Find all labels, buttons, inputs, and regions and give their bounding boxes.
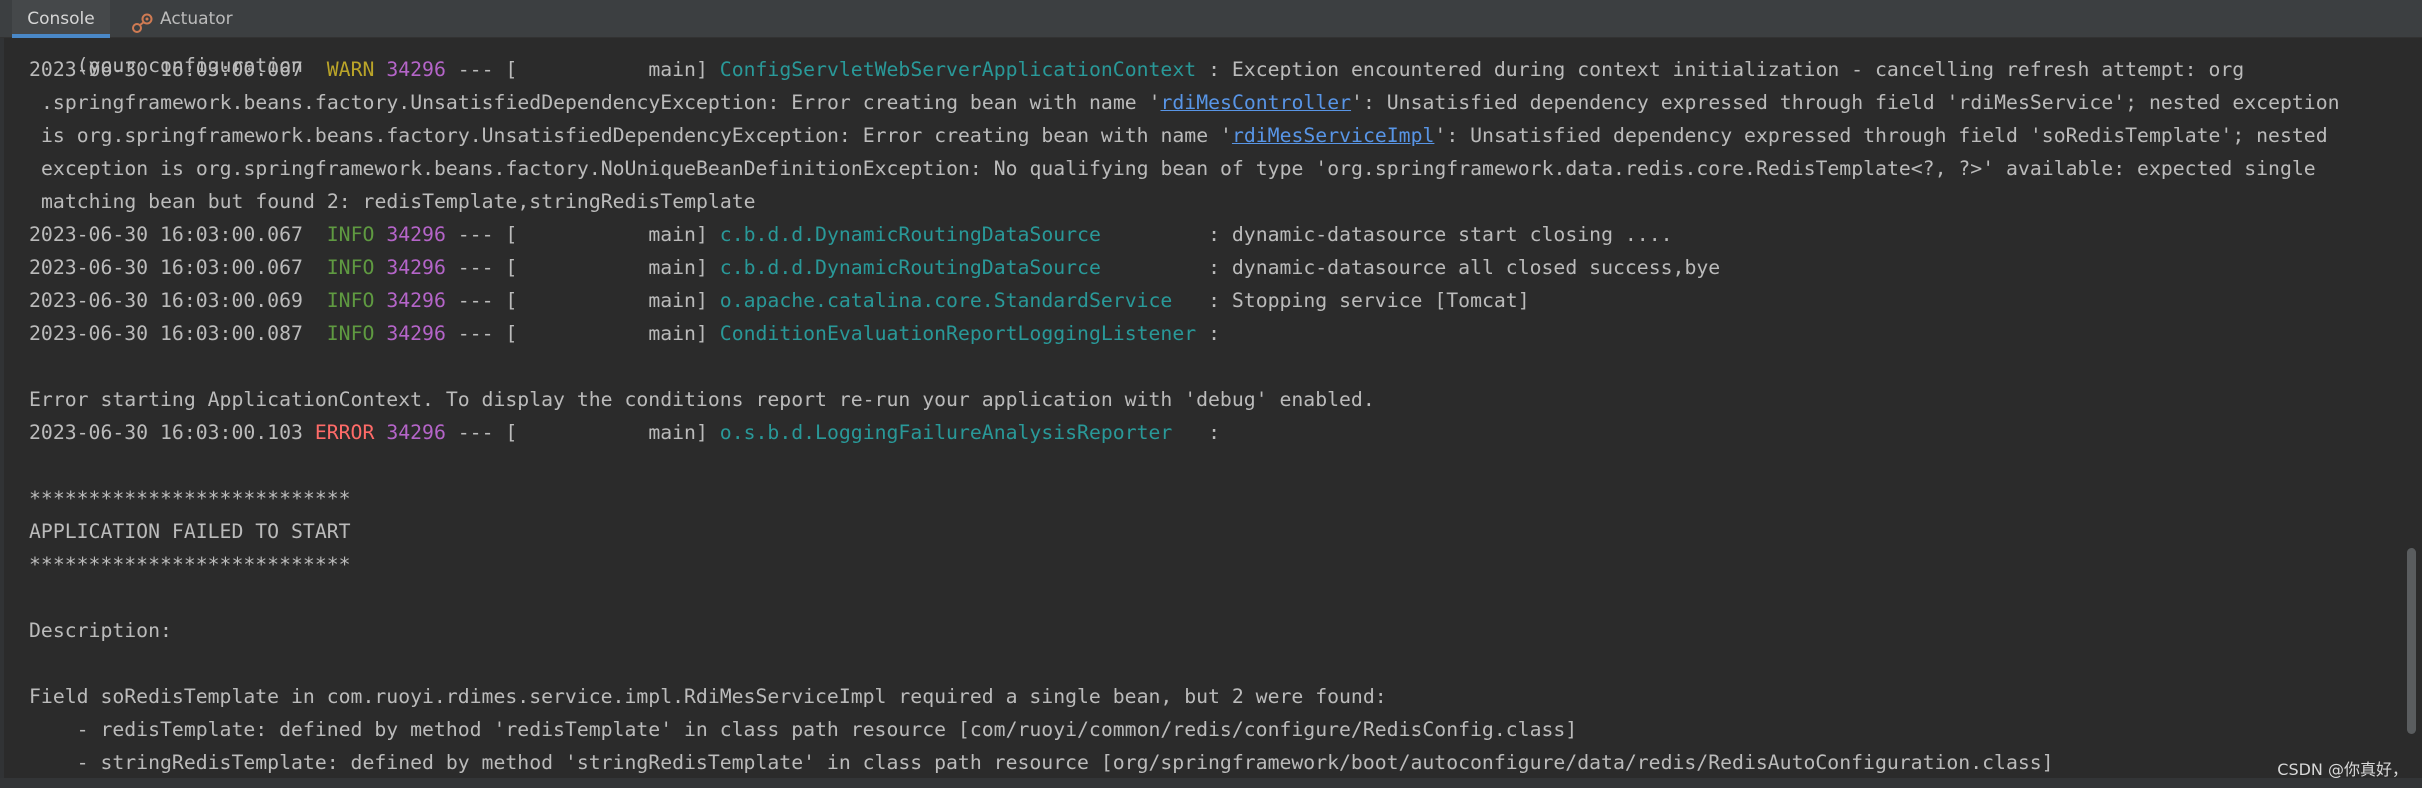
- vertical-scrollbar[interactable]: [2396, 38, 2422, 778]
- log-logger[interactable]: o.apache.catalina.core.StandardService: [720, 289, 1196, 312]
- log-thread: --- [ main]: [445, 421, 720, 444]
- log-logger[interactable]: ConfigServletWebServerApplicationContext: [720, 58, 1196, 81]
- log-line-error: 2023-06-30 16:03:00.103 ERROR 34296 --- …: [29, 416, 1220, 449]
- log-line-warn: 2023-06-30 16:03:00.067 WARN 34296 --- […: [29, 53, 2244, 86]
- csdn-watermark: CSDN @你真好，: [2277, 760, 2408, 779]
- log-pid: 34296: [386, 58, 446, 81]
- scrollbar-thumb[interactable]: [2407, 548, 2416, 734]
- log-line-continuation: .springframework.beans.factory.Unsatisfi…: [41, 91, 2340, 114]
- tab-actuator[interactable]: Actuator: [128, 0, 248, 38]
- tab-console[interactable]: Console: [12, 0, 110, 38]
- log-level-error: ERROR: [302, 421, 375, 444]
- console-gutter: [0, 38, 4, 778]
- log-pid: 34296: [386, 322, 446, 345]
- log-thread: --- [ main]: [445, 223, 720, 246]
- log-level-warn: WARN: [314, 58, 375, 81]
- tab-console-label: Console: [27, 9, 95, 29]
- log-line-info: 2023-06-30 16:03:00.067 INFO 34296 --- […: [29, 218, 1673, 251]
- log-message: : dynamic-datasource start closing ....: [1196, 223, 1673, 246]
- link-rdimesserviceimpl[interactable]: rdiMesServiceImpl: [1232, 124, 1434, 147]
- error-context-message: Error starting ApplicationContext. To di…: [29, 388, 1375, 411]
- log-logger[interactable]: c.b.d.d.DynamicRoutingDataSource: [720, 223, 1196, 246]
- log-line-info: 2023-06-30 16:03:00.087 INFO 34296 --- […: [29, 317, 1220, 350]
- bean-candidate: - stringRedisTemplate: defined by method…: [29, 751, 2054, 774]
- log-timestamp: 2023-06-30 16:03:00.067: [29, 58, 303, 81]
- log-thread: --- [ main]: [445, 58, 720, 81]
- log-timestamp: 2023-06-30 16:03:00.103: [29, 421, 303, 444]
- log-thread: --- [ main]: [445, 289, 720, 312]
- log-message: : Stopping service [Tomcat]: [1196, 289, 1530, 312]
- bean-candidate: - redisTemplate: defined by method 'redi…: [29, 718, 1578, 741]
- log-timestamp: 2023-06-30 16:03:00.087: [29, 322, 303, 345]
- log-logger[interactable]: o.s.b.d.LoggingFailureAnalysisReporter: [720, 421, 1196, 444]
- log-message: : dynamic-datasource all closed success,…: [1196, 256, 1721, 279]
- application-failed-heading: APPLICATION FAILED TO START: [29, 520, 351, 543]
- log-level-info: INFO: [314, 223, 375, 246]
- log-message: :: [1196, 322, 1220, 345]
- tool-window-tabbar: Console Actuator: [0, 0, 2422, 38]
- log-thread: --- [ main]: [445, 322, 720, 345]
- stars-divider: ***************************: [29, 553, 351, 576]
- log-timestamp: 2023-06-30 16:03:00.067: [29, 256, 303, 279]
- log-message: :: [1196, 421, 1220, 444]
- log-level-info: INFO: [314, 256, 375, 279]
- actuator-icon: [132, 9, 154, 33]
- log-line-continuation: is org.springframework.beans.factory.Uns…: [41, 124, 2328, 147]
- log-line-info: 2023-06-30 16:03:00.067 INFO 34296 --- […: [29, 251, 1720, 284]
- log-timestamp: 2023-06-30 16:03:00.069: [29, 289, 303, 312]
- log-logger[interactable]: ConditionEvaluationReportLoggingListener: [720, 322, 1196, 345]
- log-line-info: 2023-06-30 16:03:00.069 INFO 34296 --- […: [29, 284, 1530, 317]
- tab-actuator-label: Actuator: [160, 9, 233, 29]
- log-pid: 34296: [386, 256, 446, 279]
- log-timestamp: 2023-06-30 16:03:00.067: [29, 223, 303, 246]
- field-line: Field soRedisTemplate in com.ruoyi.rdime…: [29, 685, 1387, 708]
- console-output[interactable]: (your configuration 2023-06-30 16:03:00.…: [0, 24, 2396, 778]
- log-thread: --- [ main]: [445, 256, 720, 279]
- link-rdimescontroller[interactable]: rdiMesController: [1160, 91, 1351, 114]
- horizontal-scrollbar[interactable]: [0, 778, 2422, 788]
- log-message: : Exception encountered during context i…: [1196, 58, 2245, 81]
- log-line-continuation: exception is org.springframework.beans.f…: [41, 157, 2316, 180]
- log-pid: 34296: [386, 421, 446, 444]
- log-pid: 34296: [386, 223, 446, 246]
- log-logger[interactable]: c.b.d.d.DynamicRoutingDataSource: [720, 256, 1196, 279]
- log-level-info: INFO: [314, 289, 375, 312]
- description-label: Description:: [29, 619, 172, 642]
- log-line-continuation: matching bean but found 2: redisTemplate…: [41, 190, 756, 213]
- stars-divider: ***************************: [29, 487, 351, 510]
- log-level-info: INFO: [314, 322, 375, 345]
- log-pid: 34296: [386, 289, 446, 312]
